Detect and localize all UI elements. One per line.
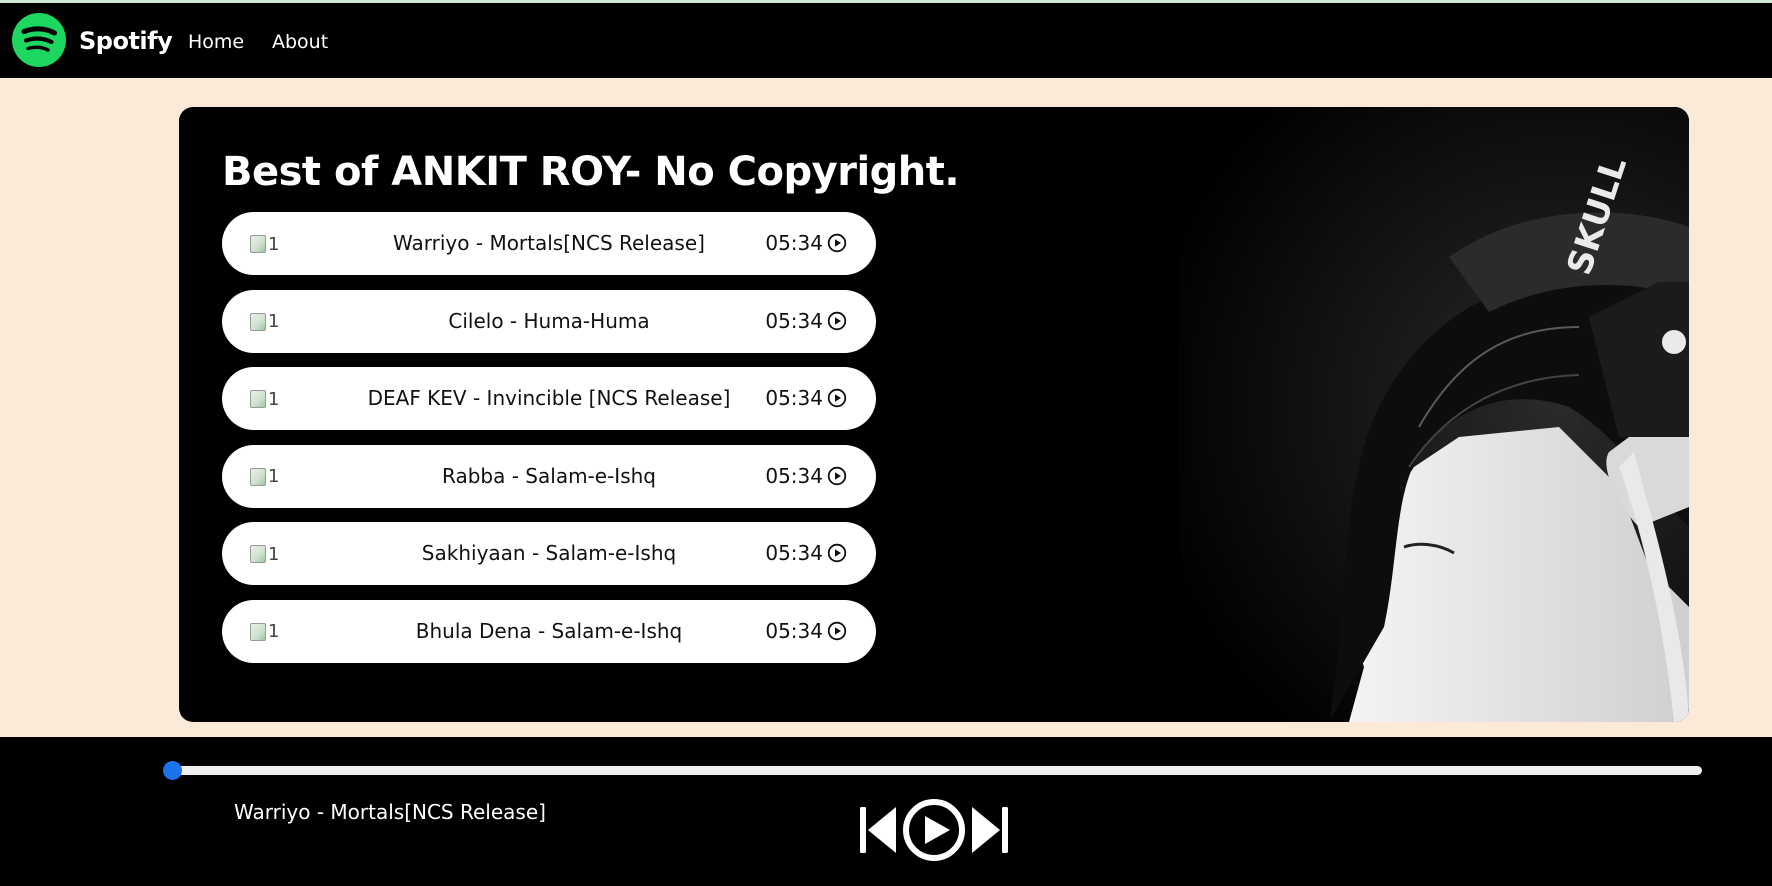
- song-item[interactable]: 1 Bhula Dena - Salam-e-Ishq 05:34: [222, 599, 876, 663]
- song-item[interactable]: 1 Cilelo - Huma-Huma 05:34: [222, 289, 876, 353]
- player-controls: [860, 799, 1008, 861]
- song-duration: 05:34: [765, 464, 847, 488]
- broken-image-icon: [250, 545, 266, 563]
- song-cover-image: 1: [250, 466, 286, 487]
- nav-link-about[interactable]: About: [272, 31, 328, 53]
- song-item[interactable]: 1 Rabba - Salam-e-Ishq 05:34: [222, 444, 876, 508]
- broken-image-icon: [250, 390, 266, 408]
- nav-link-home[interactable]: Home: [188, 31, 244, 53]
- song-cover-image: 1: [250, 311, 286, 332]
- song-item[interactable]: 1 Warriyo - Mortals[NCS Release] 05:34: [222, 212, 876, 275]
- broken-image-icon: [250, 312, 266, 331]
- broken-image-icon: [250, 622, 266, 641]
- navbar: Spotify Home About: [0, 3, 1772, 78]
- play-circle-icon[interactable]: [827, 233, 847, 253]
- progress-thumb[interactable]: [163, 761, 182, 780]
- song-cover-image: 1: [250, 389, 286, 410]
- player-bar: Warriyo - Mortals[NCS Release]: [0, 737, 1772, 886]
- play-circle-icon[interactable]: [827, 466, 847, 486]
- song-item[interactable]: 1 Sakhiyaan - Salam-e-Ishq 05:34: [222, 522, 876, 585]
- spotify-logo-icon[interactable]: [12, 13, 66, 67]
- play-circle-icon[interactable]: [903, 799, 965, 861]
- progress-bar[interactable]: [163, 761, 1702, 780]
- next-icon[interactable]: [972, 807, 1008, 853]
- song-item[interactable]: 1 DEAF KEV - Invincible [NCS Release] 05…: [222, 367, 876, 430]
- song-duration: 05:34: [765, 309, 847, 333]
- brand-name: Spotify: [79, 27, 173, 55]
- now-playing-title: Warriyo - Mortals[NCS Release]: [234, 800, 546, 824]
- song-duration: 05:34: [765, 619, 847, 643]
- song-duration: 05:34: [765, 541, 847, 565]
- broken-image-icon: [250, 235, 266, 253]
- song-cover-image: 1: [250, 544, 286, 565]
- song-cover-image: 1: [250, 234, 286, 255]
- song-duration: 05:34: [765, 231, 847, 255]
- previous-icon[interactable]: [860, 807, 896, 853]
- play-circle-icon[interactable]: [827, 543, 847, 563]
- playlist-container: SKULL Best of ANKIT ROY- No Copyright. 1…: [179, 107, 1689, 722]
- song-cover-image: 1: [250, 621, 286, 642]
- play-circle-icon[interactable]: [827, 621, 847, 641]
- song-duration: 05:34: [765, 386, 847, 410]
- play-circle-icon[interactable]: [827, 311, 847, 331]
- broken-image-icon: [250, 467, 266, 486]
- song-list: 1 Warriyo - Mortals[NCS Release] 05:34 1…: [222, 212, 876, 677]
- playlist-title: Best of ANKIT ROY- No Copyright.: [222, 149, 960, 195]
- play-circle-icon[interactable]: [827, 388, 847, 408]
